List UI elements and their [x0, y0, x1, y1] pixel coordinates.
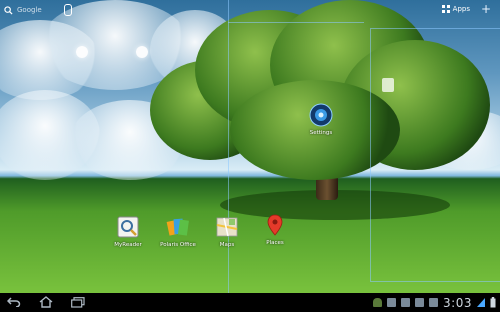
download-icon [429, 298, 439, 307]
android-icon [373, 298, 383, 307]
app-places[interactable]: Places [250, 213, 300, 246]
app-label: MyReader [114, 242, 142, 248]
light-dot [76, 46, 88, 58]
settings-icon [309, 103, 333, 127]
app-myreader[interactable]: MyReader [103, 215, 153, 248]
home-button[interactable] [38, 295, 54, 309]
home-wallpaper [0, 0, 500, 293]
clock: 3:03 [443, 295, 472, 310]
apps-label: Apps [452, 5, 470, 13]
back-button[interactable] [6, 295, 22, 309]
workspace-guide [228, 0, 229, 293]
widget-placeholder [382, 78, 394, 92]
notification-icon [387, 298, 397, 307]
apps-button[interactable]: Apps [441, 5, 470, 13]
battery-icon [490, 297, 496, 308]
recent-apps-icon [71, 296, 85, 308]
app-label: Maps [219, 242, 235, 248]
top-bar: Google Apps + [0, 0, 500, 20]
status-area[interactable]: 3:03 [373, 295, 496, 310]
app-label: Polaris Office [160, 242, 196, 248]
workspace-guide [370, 28, 500, 282]
app-settings[interactable]: Settings [296, 103, 346, 136]
app-label: Places [266, 240, 284, 246]
add-widget-icon[interactable]: + [480, 3, 492, 15]
recent-apps-button[interactable] [70, 295, 86, 309]
system-navigation-bar: 3:03 [0, 293, 500, 312]
voice-search-icon[interactable] [64, 4, 72, 16]
apps-grid-icon [441, 5, 450, 13]
wifi-icon [477, 298, 485, 307]
maps-icon [216, 217, 238, 237]
google-search-bar[interactable]: Google [4, 3, 42, 17]
workspace-guide [228, 22, 364, 23]
places-icon [267, 214, 283, 236]
home-icon [39, 296, 53, 308]
search-icon [4, 5, 13, 15]
screenshot-icon [401, 298, 411, 307]
app-polaris-office[interactable]: Polaris Office [153, 215, 203, 248]
search-label: Google [17, 6, 42, 14]
back-icon [7, 297, 21, 307]
usb-icon [415, 298, 425, 307]
myreader-icon [117, 216, 139, 238]
light-dot [136, 46, 148, 58]
app-label: Settings [309, 130, 333, 136]
app-maps[interactable]: Maps [202, 215, 252, 248]
polaris-office-icon [166, 218, 189, 236]
